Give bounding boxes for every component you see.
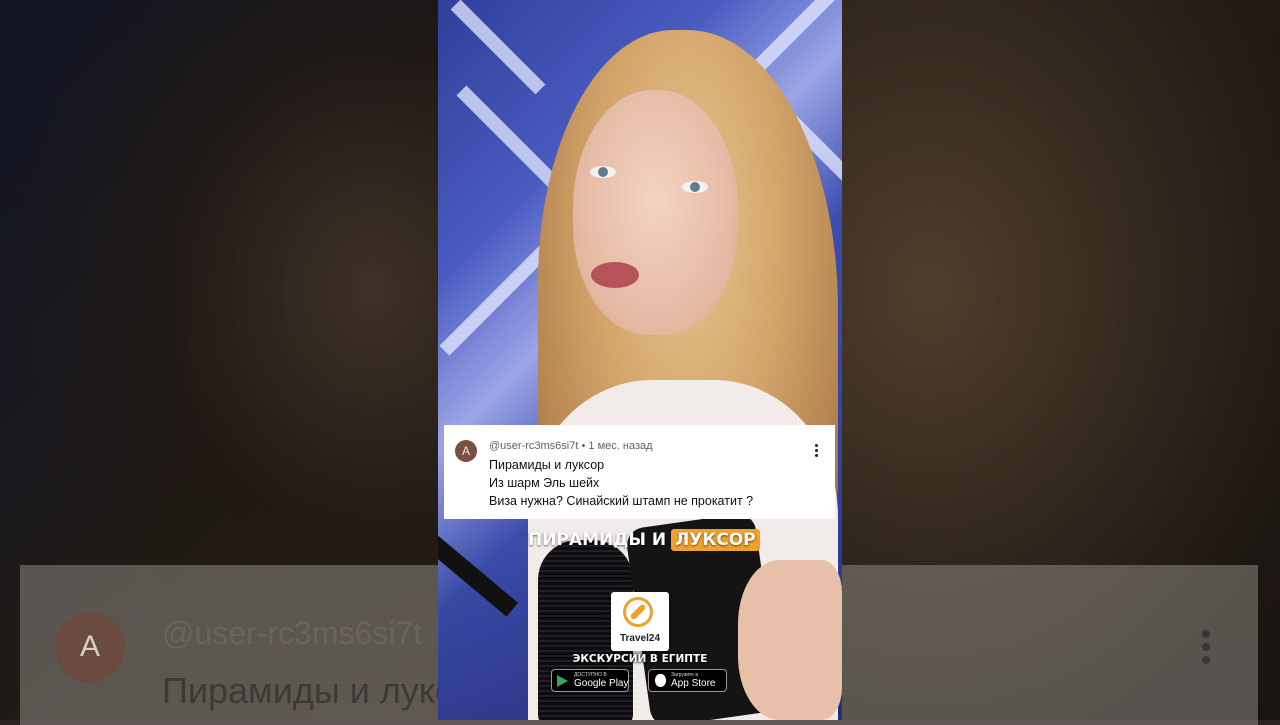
caption-text: ПИРАМИДЫ И — [528, 530, 667, 550]
presenter-eye — [682, 181, 708, 193]
comment-line-2: Из шарм Эль шейх — [489, 476, 600, 490]
presenter-mouth — [591, 262, 639, 288]
blurred-comment-line: Пирамиды и луксор — [162, 670, 452, 711]
presenter-hand — [738, 560, 842, 720]
promo-title: ЭКСКУРСИИ В ЕГИПТЕ — [572, 653, 708, 665]
google-play-icon — [557, 675, 568, 687]
google-play-badge[interactable]: ДОСТУПНО В Google Play — [551, 669, 629, 692]
comment-avatar[interactable]: A — [455, 440, 477, 462]
video-caption: ПИРАМИДЫ И ЛУКСОР — [528, 527, 760, 553]
comment-time: 1 мес. назад — [588, 440, 653, 452]
blurred-username: @user-rc3ms6si7t — [162, 615, 423, 651]
app-store-label: App Store — [671, 678, 716, 689]
comment-meta: @user-rc3ms6si7t • 1 мес. назад — [489, 440, 653, 452]
comment-line-3: Виза нужна? Синайский штамп не прокатит … — [489, 494, 754, 508]
more-options-icon[interactable] — [812, 444, 820, 460]
app-store-badge[interactable]: Загрузите в App Store — [648, 669, 727, 692]
presenter-face — [573, 90, 738, 335]
travel24-logo[interactable]: Travel24 — [611, 592, 669, 651]
meta-separator: • — [581, 440, 586, 452]
presenter-eye — [590, 166, 616, 178]
google-play-label: Google Play — [574, 678, 629, 689]
brand-name: Travel24 — [619, 633, 661, 644]
blurred-more-icon — [1196, 630, 1216, 670]
compass-icon — [623, 597, 653, 627]
comment-card: A @user-rc3ms6si7t • 1 мес. назад Пирами… — [444, 425, 835, 519]
comment-username[interactable]: @user-rc3ms6si7t — [489, 440, 578, 452]
caption-highlight: ЛУКСОР — [671, 529, 760, 551]
comment-line-1: Пирамиды и луксор — [489, 458, 605, 472]
mic-arm — [438, 532, 519, 617]
apple-icon — [655, 674, 666, 687]
blurred-avatar: A — [55, 612, 125, 682]
backdrop-tile — [450, 0, 546, 95]
